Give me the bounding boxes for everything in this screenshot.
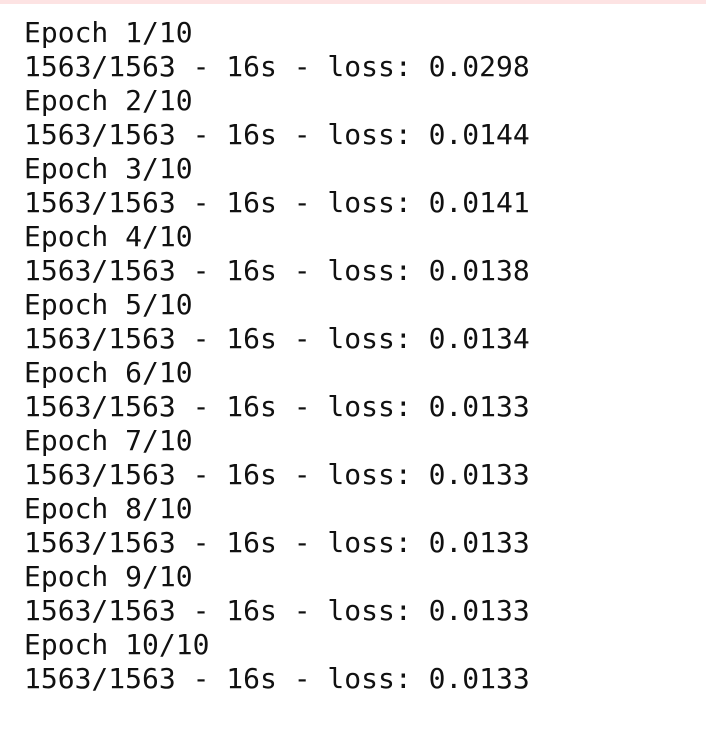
epoch-progress-line: 1563/1563 - 16s - loss: 0.0133 [24, 458, 530, 491]
epoch-progress-line: 1563/1563 - 16s - loss: 0.0138 [24, 254, 530, 287]
epoch-progress-line: 1563/1563 - 16s - loss: 0.0134 [24, 322, 530, 355]
epoch-progress-line: 1563/1563 - 16s - loss: 0.0133 [24, 662, 530, 695]
epoch-header-line: Epoch 7/10 [24, 424, 193, 457]
epoch-header-line: Epoch 5/10 [24, 288, 193, 321]
training-log-output: Epoch 1/10 1563/1563 - 16s - loss: 0.029… [24, 16, 694, 696]
epoch-header-line: Epoch 2/10 [24, 84, 193, 117]
epoch-progress-line: 1563/1563 - 16s - loss: 0.0133 [24, 594, 530, 627]
epoch-header-line: Epoch 10/10 [24, 628, 210, 661]
epoch-progress-line: 1563/1563 - 16s - loss: 0.0298 [24, 50, 530, 83]
epoch-progress-line: 1563/1563 - 16s - loss: 0.0133 [24, 390, 530, 423]
epoch-header-line: Epoch 3/10 [24, 152, 193, 185]
epoch-header-line: Epoch 1/10 [24, 16, 193, 49]
epoch-header-line: Epoch 8/10 [24, 492, 193, 525]
epoch-header-line: Epoch 4/10 [24, 220, 193, 253]
epoch-header-line: Epoch 9/10 [24, 560, 193, 593]
cell-output-top-border [0, 0, 706, 4]
epoch-progress-line: 1563/1563 - 16s - loss: 0.0133 [24, 526, 530, 559]
epoch-progress-line: 1563/1563 - 16s - loss: 0.0144 [24, 118, 530, 151]
epoch-progress-line: 1563/1563 - 16s - loss: 0.0141 [24, 186, 530, 219]
epoch-header-line: Epoch 6/10 [24, 356, 193, 389]
